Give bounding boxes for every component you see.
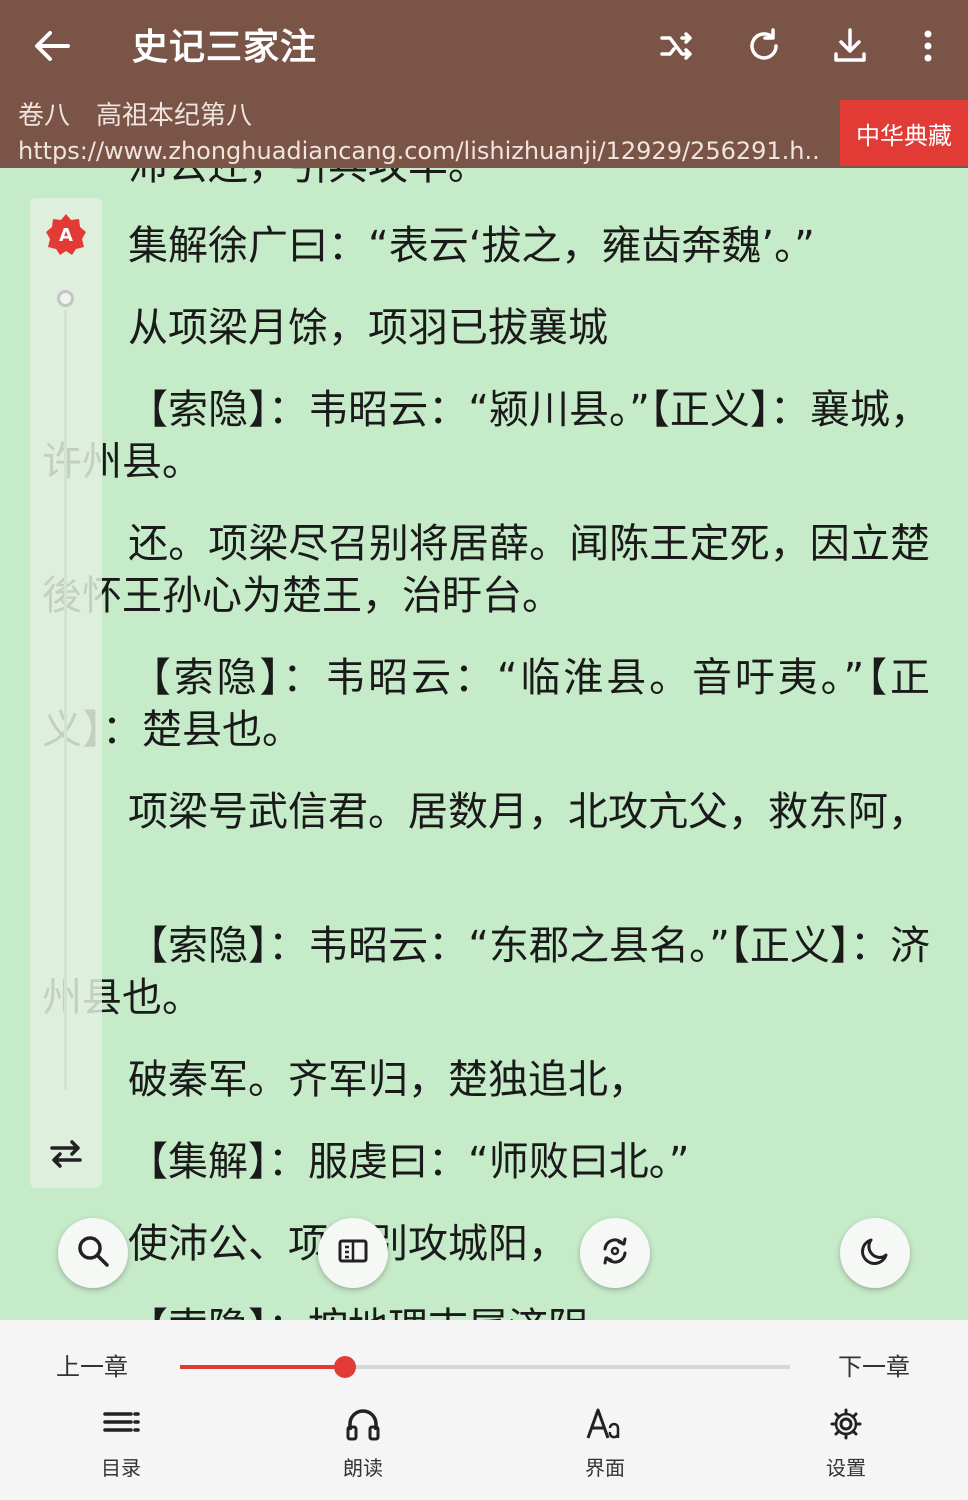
paragraph: 集解徐广曰：“表云‘拔之，雍齿奔魏’。” [128, 223, 815, 269]
progress-thumb[interactable] [334, 1356, 356, 1378]
paragraph: 破秦军。齐军归，楚独追北， [128, 1057, 648, 1103]
partial-paragraph-bottom: 【索隐】：按地理志属济阴 [42, 1302, 930, 1320]
scroll-track [64, 310, 67, 1090]
headphones-icon [346, 1409, 380, 1441]
shuffle-icon[interactable] [652, 22, 700, 70]
paragraph: 从项梁月馀，项羽已拔襄城 [128, 305, 608, 351]
chapter-title: 卷八 高祖本纪第八 [18, 101, 253, 131]
gear-icon [830, 1408, 862, 1440]
chapter-progress-slider[interactable] [180, 1356, 790, 1378]
auto-badge-icon[interactable]: A [44, 212, 88, 256]
scroll-handle[interactable] [57, 290, 74, 307]
refresh-icon[interactable] [740, 22, 788, 70]
reading-content[interactable]: 沛公还，引兵攻丰。 集解徐广曰：“表云‘拔之，雍齿奔魏’。” 从项梁月馀，项羽已… [0, 168, 968, 1320]
search-icon [75, 1233, 111, 1273]
replace-button[interactable] [580, 1218, 650, 1288]
app-title: 史记三家注 [132, 27, 318, 68]
search-button[interactable] [58, 1218, 128, 1288]
tab-label: 目录 [101, 1456, 141, 1480]
download-icon[interactable] [826, 22, 874, 70]
next-chapter-button[interactable]: 下一章 [838, 1350, 910, 1384]
reader-mode-button[interactable] [318, 1218, 388, 1288]
tab-label: 朗读 [343, 1456, 383, 1480]
paragraph: 【集解】：服虔曰：“师败曰北。” [128, 1139, 690, 1185]
progress-fill [180, 1365, 345, 1369]
tab-label: 设置 [826, 1456, 866, 1480]
night-mode-icon [857, 1233, 893, 1273]
more-vert-icon[interactable] [904, 22, 952, 70]
side-scroll-rail[interactable]: A [30, 198, 102, 1188]
tab-interface[interactable]: 界面 [545, 1406, 665, 1496]
tab-settings[interactable]: 设置 [786, 1406, 906, 1496]
back-arrow-icon[interactable] [28, 22, 76, 70]
tab-label: 界面 [585, 1456, 625, 1480]
app-bar: 史记三家注 卷八 高祖本纪第八 https://www.zhonghuadian… [0, 0, 968, 168]
partial-paragraph-top: 沛公还，引兵攻丰。 [42, 168, 930, 192]
page-url[interactable]: https://www.zhonghuadiancang.com/lishizh… [18, 134, 818, 168]
replace-icon [597, 1233, 633, 1273]
brand-button[interactable]: 中华典藏 [840, 100, 968, 166]
night-mode-button[interactable] [840, 1218, 910, 1288]
svg-text:A: A [59, 225, 73, 246]
paragraph: 【索隐】：韦昭云：“东郡之县名。”【正义】：济州县也。 [42, 923, 930, 1021]
bottom-bar: 上一章 下一章 目录 朗读 界面 设置 [0, 1320, 968, 1500]
prev-chapter-button[interactable]: 上一章 [56, 1350, 128, 1384]
paragraph: 【索隐】：韦昭云：“临淮县。音吁夷。”【正义】：楚县也。 [42, 655, 930, 753]
paragraph: 【索隐】：韦昭云：“颍川县。”【正义】：襄城，许州县。 [42, 387, 930, 485]
paragraph: 项梁号武信君。居数月，北攻亢父，救东阿， [128, 789, 928, 835]
list-icon [103, 1412, 140, 1432]
font-icon [586, 1408, 620, 1439]
paragraph: 使沛公、项羽别攻城阳， [42, 1218, 930, 1270]
swap-direction-icon[interactable] [46, 1136, 86, 1172]
paragraph: 还。项梁尽召别将居薛。闻陈王定死，因立楚後怀王孙心为楚王，治盱台。 [42, 521, 930, 619]
reader-mode-icon [335, 1233, 371, 1273]
tab-toc[interactable]: 目录 [61, 1406, 181, 1496]
tab-read-aloud[interactable]: 朗读 [303, 1406, 423, 1496]
